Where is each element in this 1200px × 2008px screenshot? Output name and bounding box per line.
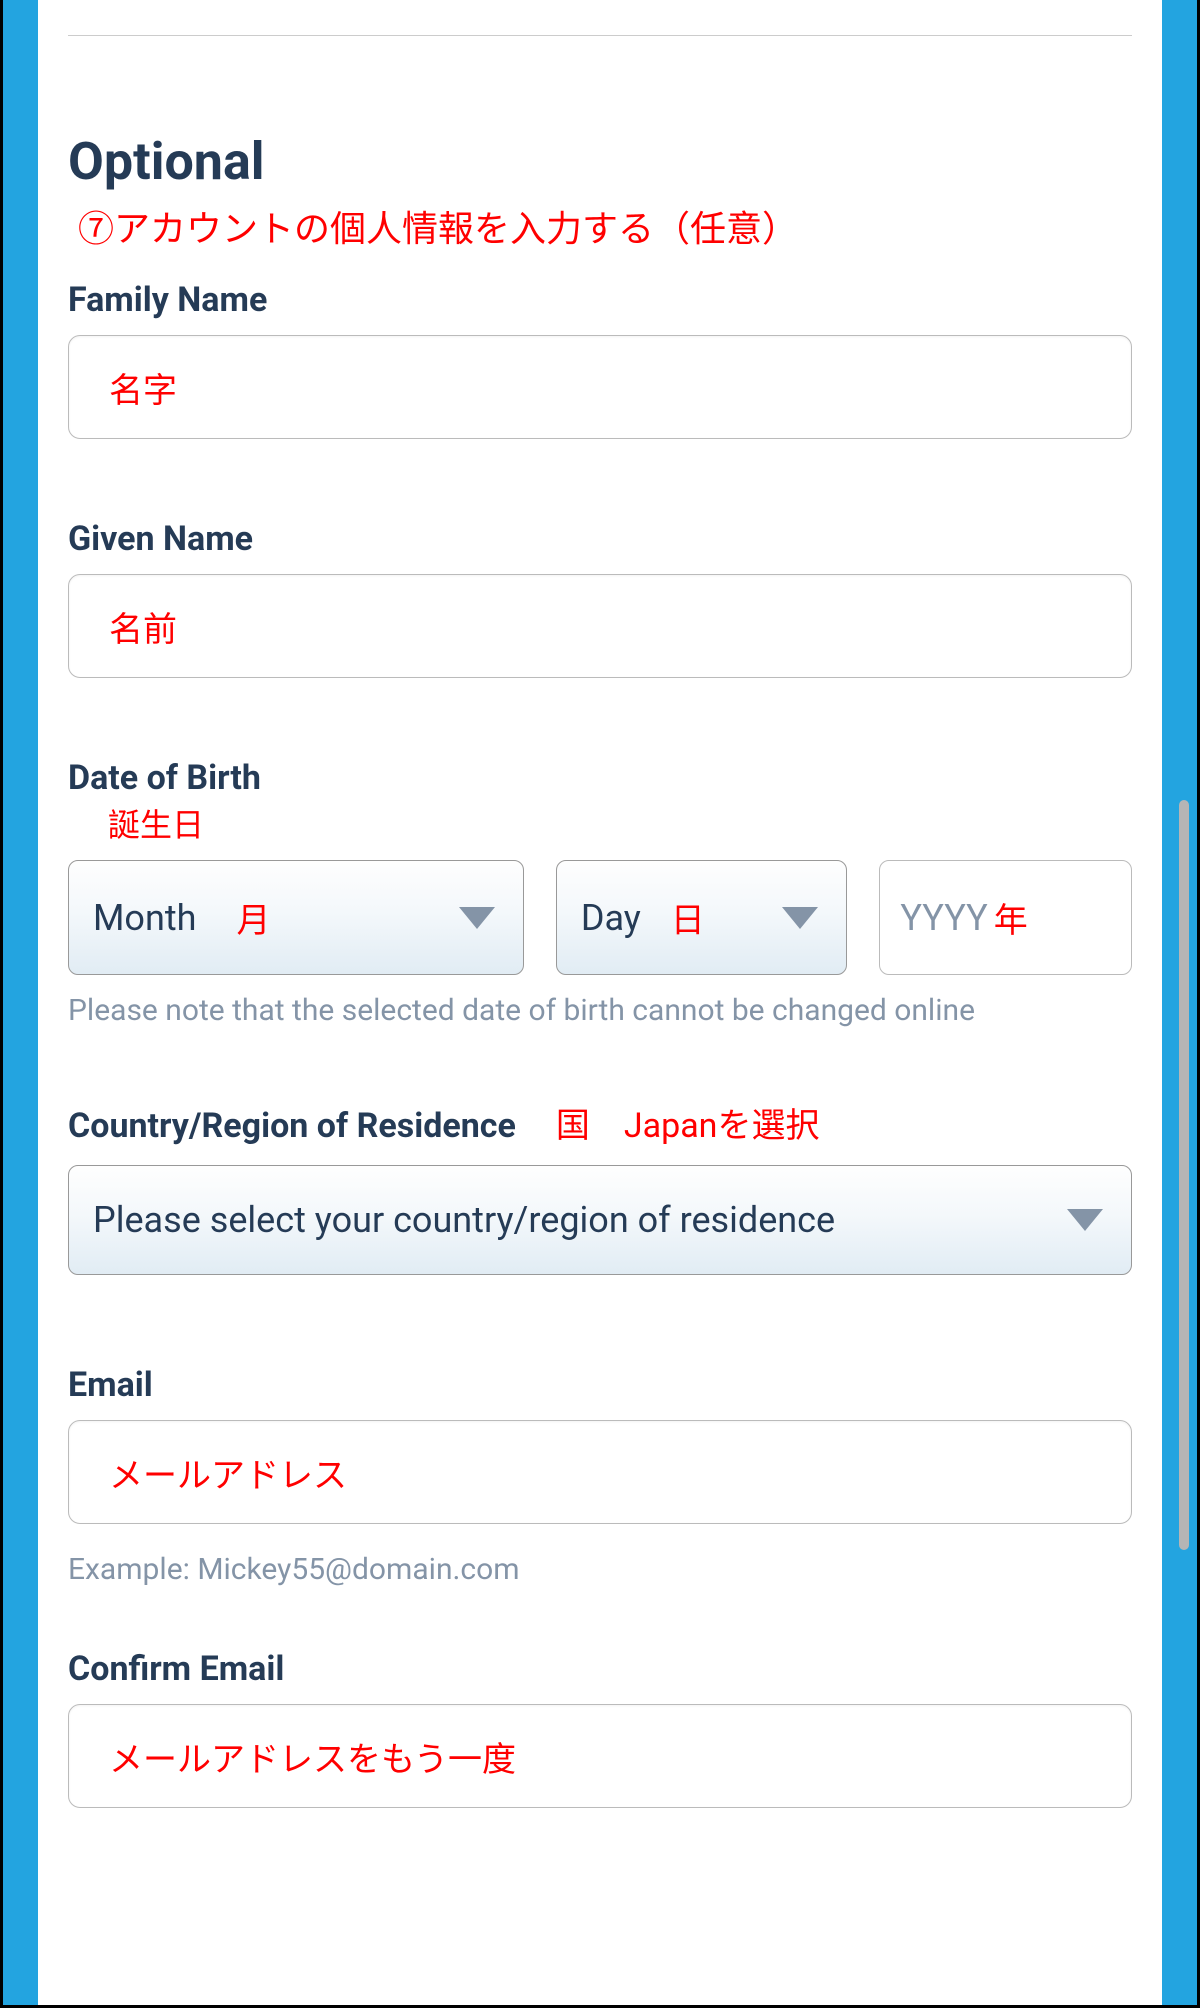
given-name-label: Given Name <box>68 519 1132 559</box>
section-annotation: ⑦アカウントの個人情報を入力する（任意） <box>78 200 1132 252</box>
country-annotation: 国 Japanを選択 <box>556 1098 820 1147</box>
chevron-down-icon <box>782 907 818 929</box>
family-name-label: Family Name <box>68 280 1132 320</box>
confirm-email-field: Confirm Email メールアドレスをもう一度 <box>68 1649 1132 1808</box>
confirm-email-hint: メールアドレスをもう一度 <box>109 1732 516 1781</box>
family-name-field: Family Name 名字 <box>68 280 1132 439</box>
family-name-hint: 名字 <box>109 363 177 412</box>
country-select[interactable]: Please select your country/region of res… <box>68 1165 1132 1275</box>
year-hint: 年 <box>994 893 1028 942</box>
divider <box>68 35 1132 36</box>
chevron-down-icon <box>459 907 495 929</box>
section-title: Optional <box>68 131 1132 192</box>
year-input[interactable]: YYYY 年 <box>879 860 1132 975</box>
email-hint: メールアドレス <box>109 1448 347 1497</box>
dob-field: Date of Birth 誕生日 Month 月 Day 日 YYYY 年 <box>68 758 1132 975</box>
country-label: Country/Region of Residence <box>68 1106 516 1146</box>
month-placeholder: Month <box>93 897 196 939</box>
confirm-email-input[interactable]: メールアドレスをもう一度 <box>68 1704 1132 1808</box>
given-name-input[interactable]: 名前 <box>68 574 1132 678</box>
dob-label: Date of Birth <box>68 758 1132 798</box>
day-hint: 日 <box>671 893 705 942</box>
family-name-input[interactable]: 名字 <box>68 335 1132 439</box>
chevron-down-icon <box>1067 1209 1103 1231</box>
given-name-hint: 名前 <box>109 602 177 651</box>
email-input[interactable]: メールアドレス <box>68 1420 1132 1524</box>
day-select[interactable]: Day 日 <box>556 860 848 975</box>
country-label-row: Country/Region of Residence 国 Japanを選択 <box>68 1098 1132 1147</box>
dob-annotation: 誕生日 <box>108 800 1132 846</box>
month-hint: 月 <box>236 893 270 942</box>
scrollbar[interactable] <box>1179 800 1189 1550</box>
email-helper: Example: Mickey55@domain.com <box>68 1552 1132 1587</box>
year-placeholder: YYYY <box>900 897 987 939</box>
email-label: Email <box>68 1365 1132 1405</box>
email-field: Email メールアドレス <box>68 1365 1132 1524</box>
given-name-field: Given Name 名前 <box>68 519 1132 678</box>
country-placeholder: Please select your country/region of res… <box>93 1199 835 1241</box>
confirm-email-label: Confirm Email <box>68 1649 1132 1689</box>
day-placeholder: Day <box>581 897 641 939</box>
month-select[interactable]: Month 月 <box>68 860 524 975</box>
dob-helper: Please note that the selected date of bi… <box>68 993 1132 1028</box>
